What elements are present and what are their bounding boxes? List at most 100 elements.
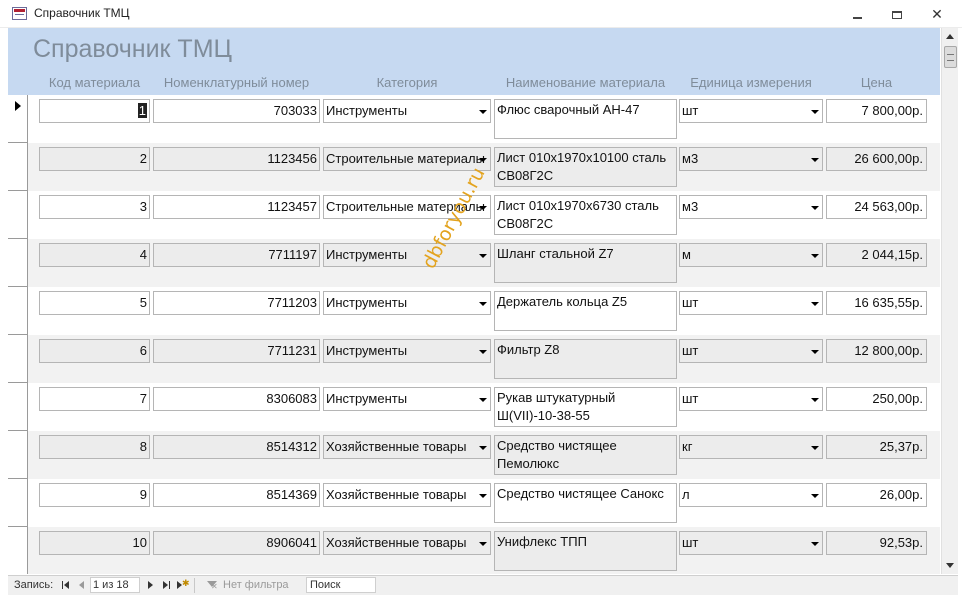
record-selector[interactable] (8, 527, 28, 574)
unit-combobox[interactable]: л (679, 483, 823, 507)
dropdown-arrow-icon[interactable] (811, 350, 819, 354)
filter-status-button[interactable]: Нет фильтра (223, 579, 289, 591)
dropdown-arrow-icon[interactable] (479, 350, 487, 354)
price-field[interactable]: 26 600,00р. (826, 147, 927, 171)
nomenclature-field[interactable]: 703033 (153, 99, 320, 123)
unit-combobox[interactable]: м3 (679, 147, 823, 171)
dropdown-arrow-icon[interactable] (479, 542, 487, 546)
close-button[interactable]: ✕ (922, 4, 952, 24)
record-selector[interactable] (8, 383, 28, 431)
dropdown-arrow-icon[interactable] (479, 398, 487, 402)
nomenclature-field[interactable]: 8306083 (153, 387, 320, 411)
category-combobox[interactable]: Хозяйственные товары (323, 483, 491, 507)
restore-button[interactable] (882, 4, 912, 24)
nomenclature-field[interactable]: 1123456 (153, 147, 320, 171)
code-field[interactable]: 9 (39, 483, 150, 507)
unit-combobox[interactable]: шт (679, 99, 823, 123)
dropdown-arrow-icon[interactable] (479, 110, 487, 114)
dropdown-arrow-icon[interactable] (479, 158, 487, 162)
category-combobox[interactable]: Хозяйственные товары (323, 435, 491, 459)
price-field[interactable]: 250,00р. (826, 387, 927, 411)
price-field[interactable]: 16 635,55р. (826, 291, 927, 315)
dropdown-arrow-icon[interactable] (479, 494, 487, 498)
material-name-field[interactable]: Средство чистящее Санокс (494, 483, 677, 523)
unit-combobox[interactable]: шт (679, 291, 823, 315)
material-name-field[interactable]: Шланг стальной Z7 (494, 243, 677, 283)
code-field[interactable]: 1 (39, 99, 150, 123)
price-field[interactable]: 2 044,15р. (826, 243, 927, 267)
record-selector[interactable] (8, 335, 28, 383)
material-name-field[interactable]: Лист 010х1970х6730 сталь СВ08Г2С (494, 195, 677, 235)
record-selector[interactable] (8, 431, 28, 479)
dropdown-arrow-icon[interactable] (811, 398, 819, 402)
scroll-thumb[interactable] (944, 46, 957, 68)
unit-combobox[interactable]: м3 (679, 195, 823, 219)
dropdown-arrow-icon[interactable] (811, 254, 819, 258)
code-field[interactable]: 6 (39, 339, 150, 363)
dropdown-arrow-icon[interactable] (811, 494, 819, 498)
category-combobox[interactable]: Инструменты (323, 339, 491, 363)
material-name-field[interactable]: Фильтр Z8 (494, 339, 677, 379)
previous-record-icon[interactable] (76, 579, 88, 592)
record-selector[interactable] (8, 287, 28, 335)
price-field[interactable]: 12 800,00р. (826, 339, 927, 363)
scroll-up-arrow-icon[interactable] (942, 28, 959, 45)
search-input[interactable]: Поиск (306, 577, 376, 593)
vertical-scrollbar[interactable] (941, 28, 958, 574)
first-record-icon[interactable] (61, 579, 73, 592)
material-name-field[interactable]: Унифлекс ТПП (494, 531, 677, 571)
category-combobox[interactable]: Инструменты (323, 387, 491, 411)
nomenclature-field[interactable]: 7711197 (153, 243, 320, 267)
price-field[interactable]: 7 800,00р. (826, 99, 927, 123)
nomenclature-field[interactable]: 1123457 (153, 195, 320, 219)
nomenclature-field[interactable]: 7711231 (153, 339, 320, 363)
category-combobox[interactable]: Строительные материалы (323, 147, 491, 171)
filter-off-icon[interactable] (206, 579, 218, 592)
next-record-icon[interactable] (145, 579, 157, 592)
nomenclature-field[interactable]: 8514312 (153, 435, 320, 459)
record-selector[interactable] (8, 479, 28, 527)
code-field[interactable]: 2 (39, 147, 150, 171)
unit-combobox[interactable]: шт (679, 531, 823, 555)
dropdown-arrow-icon[interactable] (479, 446, 487, 450)
material-name-field[interactable]: Лист 010х1970х10100 сталь СВ08Г2С (494, 147, 677, 187)
code-field[interactable]: 4 (39, 243, 150, 267)
dropdown-arrow-icon[interactable] (811, 446, 819, 450)
scroll-down-arrow-icon[interactable] (942, 557, 959, 574)
nomenclature-field[interactable]: 8906041 (153, 531, 320, 555)
nomenclature-field[interactable]: 7711203 (153, 291, 320, 315)
material-name-field[interactable]: Рукав штукатурный Ш(VII)-10-38-55 (494, 387, 677, 427)
price-field[interactable]: 24 563,00р. (826, 195, 927, 219)
unit-combobox[interactable]: кг (679, 435, 823, 459)
code-field[interactable]: 10 (39, 531, 150, 555)
code-field[interactable]: 3 (39, 195, 150, 219)
dropdown-arrow-icon[interactable] (479, 254, 487, 258)
material-name-field[interactable]: Держатель кольца Z5 (494, 291, 677, 331)
code-field[interactable]: 5 (39, 291, 150, 315)
dropdown-arrow-icon[interactable] (479, 206, 487, 210)
dropdown-arrow-icon[interactable] (811, 542, 819, 546)
record-selector[interactable] (8, 239, 28, 287)
dropdown-arrow-icon[interactable] (811, 158, 819, 162)
unit-combobox[interactable]: шт (679, 387, 823, 411)
record-selector[interactable] (8, 95, 28, 143)
code-field[interactable]: 8 (39, 435, 150, 459)
code-field[interactable]: 7 (39, 387, 150, 411)
category-combobox[interactable]: Инструменты (323, 243, 491, 267)
unit-combobox[interactable]: шт (679, 339, 823, 363)
price-field[interactable]: 25,37р. (826, 435, 927, 459)
new-record-icon[interactable] (176, 578, 190, 592)
dropdown-arrow-icon[interactable] (811, 206, 819, 210)
record-selector[interactable] (8, 143, 28, 191)
minimize-button[interactable] (842, 4, 872, 24)
price-field[interactable]: 26,00р. (826, 483, 927, 507)
current-record-input[interactable]: 1 из 18 (90, 577, 140, 593)
record-selector[interactable] (8, 191, 28, 239)
dropdown-arrow-icon[interactable] (811, 302, 819, 306)
unit-combobox[interactable]: м (679, 243, 823, 267)
material-name-field[interactable]: Флюс сварочный АН-47 (494, 99, 677, 139)
last-record-icon[interactable] (161, 579, 173, 592)
material-name-field[interactable]: Средство чистящее Пемолюкс (494, 435, 677, 475)
category-combobox[interactable]: Инструменты (323, 291, 491, 315)
category-combobox[interactable]: Инструменты (323, 99, 491, 123)
